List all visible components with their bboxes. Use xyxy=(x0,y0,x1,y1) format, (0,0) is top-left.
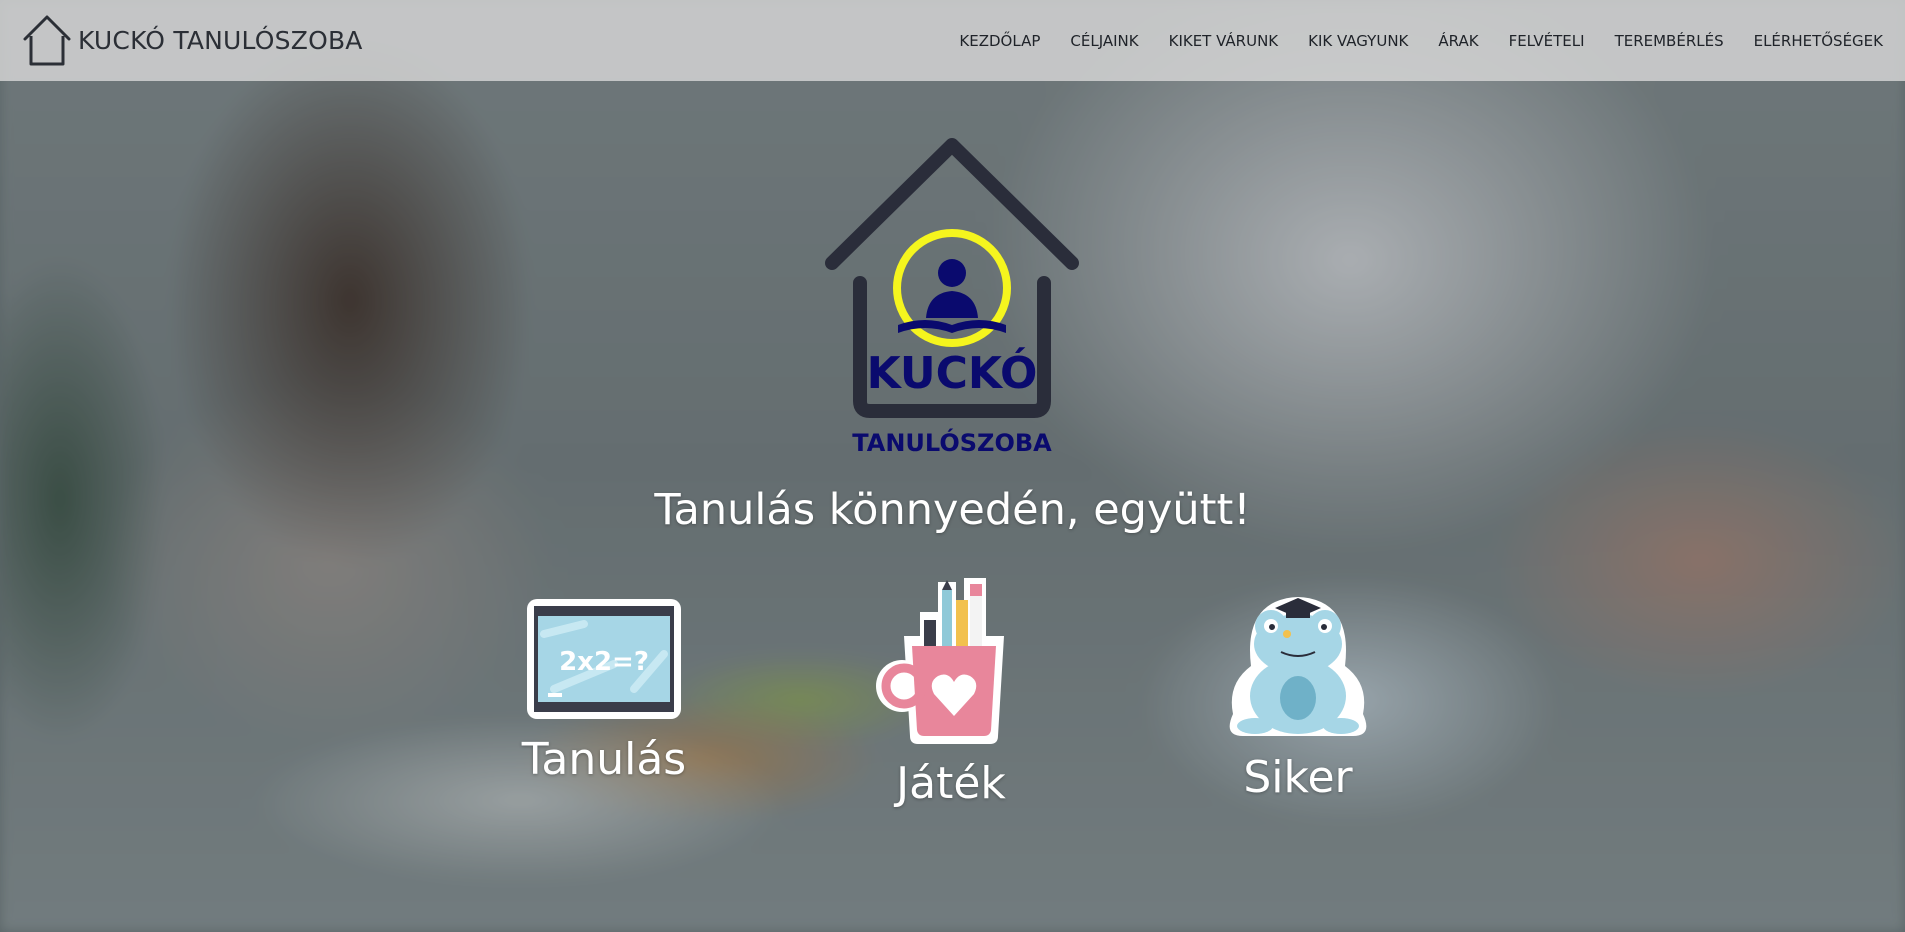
chalkboard-text: 2x2=? xyxy=(559,647,649,677)
feature-jatek: Játék xyxy=(841,576,1061,809)
pencil-mug-icon xyxy=(876,578,1004,744)
top-navbar: KUCKÓ TANULÓSZOBA KEZDŐLAP CÉLJAINK KIKE… xyxy=(0,0,1905,81)
nav-kik-vagyunk[interactable]: KIK VAGYUNK xyxy=(1308,32,1408,50)
house-icon xyxy=(23,15,71,65)
hero-tagline: Tanulás könnyedén, együtt! xyxy=(654,485,1251,535)
feature-siker: Siker xyxy=(1188,586,1408,803)
nav-terembertes[interactable]: TEREMBÉRLÉS xyxy=(1615,32,1724,50)
nav-celjaink[interactable]: CÉLJAINK xyxy=(1070,32,1138,50)
nav-elerhetosegek[interactable]: ELÉRHETŐSÉGEK xyxy=(1754,32,1883,50)
nav-felveteli[interactable]: FELVÉTELI xyxy=(1509,32,1585,50)
logo-word-kucko: KUCKÓ xyxy=(867,346,1038,399)
nav-kiket-varunk[interactable]: KIKET VÁRUNK xyxy=(1169,32,1279,50)
main-nav: KEZDŐLAP CÉLJAINK KIKET VÁRUNK KIK VAGYU… xyxy=(959,32,1883,50)
brand-name: KUCKÓ TANULÓSZOBA xyxy=(78,26,363,55)
nav-arak[interactable]: ÁRAK xyxy=(1438,32,1478,50)
nav-kezdolap[interactable]: KEZDŐLAP xyxy=(959,32,1040,50)
graduate-frog-icon xyxy=(1229,597,1367,736)
feature-tanulas: 2x2=? Tanulás xyxy=(494,594,714,785)
logo-word-tanuloszoba: TANULÓSZOBA xyxy=(852,427,1052,457)
chalkboard-icon: 2x2=? xyxy=(527,599,681,719)
feature-label-jatek: Játék xyxy=(896,758,1006,809)
brand[interactable]: KUCKÓ TANULÓSZOBA xyxy=(22,14,363,68)
kucko-logo: KUCKÓ TANULÓSZOBA xyxy=(825,138,1079,457)
feature-label-siker: Siker xyxy=(1243,752,1353,803)
feature-label-tanulas: Tanulás xyxy=(521,734,687,785)
